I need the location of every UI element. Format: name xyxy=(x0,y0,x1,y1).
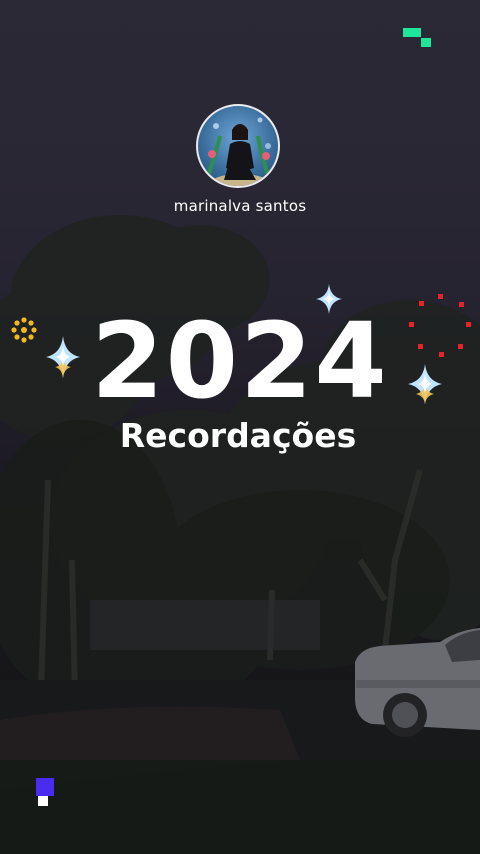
pixel-blocks-icon xyxy=(36,778,54,806)
avatar[interactable] xyxy=(196,104,280,188)
avatar-photo xyxy=(206,117,271,186)
profile-name: marinalva santos xyxy=(173,197,307,215)
subtitle: Recordações xyxy=(119,416,357,455)
pixel-blocks-icon xyxy=(403,28,431,47)
year-title: 2024 xyxy=(91,300,389,422)
